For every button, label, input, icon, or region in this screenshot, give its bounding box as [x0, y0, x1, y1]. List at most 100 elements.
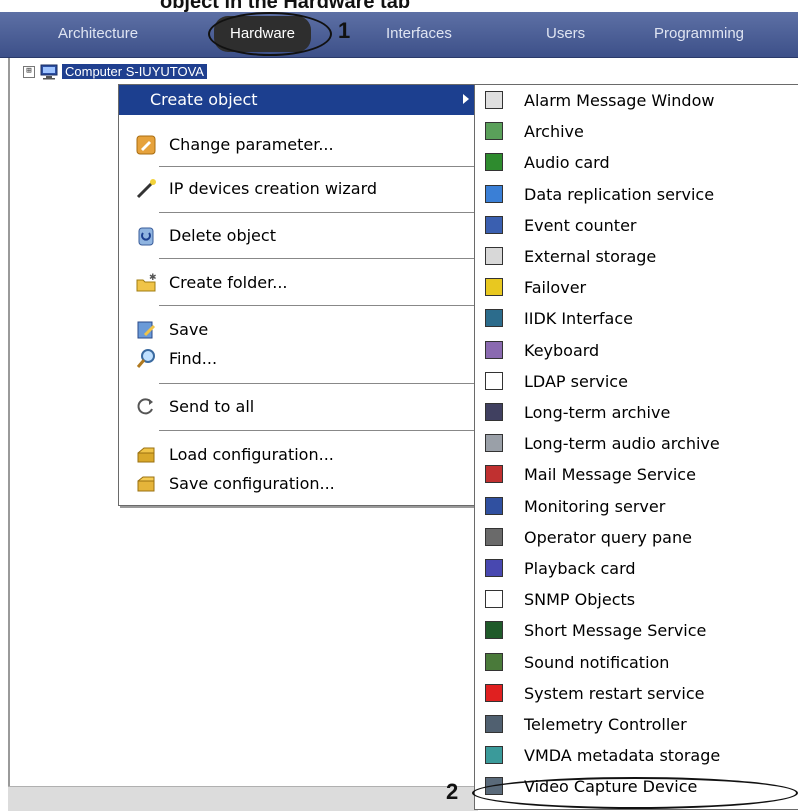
submenu-item-label: Video Capture Device	[524, 777, 698, 797]
wand-icon	[135, 178, 157, 200]
submenu-item-label: IIDK Interface	[524, 309, 633, 329]
vmda-metadata-storage-icon	[485, 746, 503, 765]
ldap-service-icon	[485, 371, 503, 390]
submenu-item-telemetry-controller[interactable]: Telemetry Controller	[475, 709, 797, 740]
menu-separator	[159, 166, 475, 167]
submenu-item-label: VMDA metadata storage	[524, 746, 721, 766]
menu-item-delete-object[interactable]: Delete object	[119, 221, 477, 251]
menu-item-create-folder[interactable]: ✱ Create folder...	[119, 268, 477, 298]
external-storage-icon	[485, 247, 503, 265]
tab-hardware[interactable]: Hardware	[214, 16, 312, 52]
submenu-item-label: Monitoring server	[524, 496, 666, 516]
submenu-item-event-counter[interactable]: Event counter	[475, 210, 797, 241]
submenu-item-label: Failover	[524, 278, 587, 298]
tab-users[interactable]: Users	[546, 12, 585, 57]
tree-expander-icon[interactable]: ⊞	[23, 66, 35, 78]
menu-separator	[159, 258, 475, 259]
load-config-icon	[135, 444, 157, 466]
submenu-item-video-capture-device[interactable]: Video Capture Device	[475, 771, 797, 802]
save-config-icon	[135, 473, 157, 495]
computer-icon	[40, 64, 58, 85]
failover-icon	[485, 278, 503, 297]
submenu-item-data-replication-service[interactable]: Data replication service	[475, 179, 797, 210]
menu-item-load-configuration[interactable]: Load configuration...	[119, 440, 477, 470]
menu-separator	[159, 430, 475, 431]
submenu-item-system-restart-service[interactable]: System restart service	[475, 678, 797, 709]
menu-item-save[interactable]: Save	[119, 315, 477, 345]
submenu-item-label: External storage	[524, 247, 657, 266]
step-marker-1: 1	[338, 18, 351, 43]
submenu-item-label: Data replication service	[524, 184, 715, 204]
step-marker-2: 2	[446, 779, 459, 804]
tree-node-computer[interactable]: Computer S-IUYUTOVA	[62, 64, 207, 79]
menu-item-find[interactable]: Find...	[119, 344, 477, 374]
keyboard-icon	[485, 340, 503, 359]
submenu-item-label: Long-term audio archive	[524, 434, 720, 454]
save-icon	[135, 319, 157, 341]
submenu-item-label: SNMP Objects	[524, 590, 636, 610]
tab-programming[interactable]: Programming	[654, 12, 744, 57]
submenu-item-label: Sound notification	[524, 652, 670, 672]
audio-card-icon	[485, 153, 503, 172]
submenu-item-label: Archive	[524, 122, 584, 142]
submenu-item-label: Alarm Message Window	[524, 91, 715, 110]
submenu-item-iidk-interface[interactable]: IIDK Interface	[475, 303, 797, 334]
menu-item-label: Create object	[150, 90, 258, 109]
submenu-item-external-storage[interactable]: External storage	[475, 241, 797, 272]
tab-bar: Architecture Hardware Interfaces Users P…	[0, 12, 798, 59]
short-message-service-icon	[485, 621, 503, 640]
menu-item-label: Save configuration...	[169, 474, 335, 493]
submenu-item-audio-card[interactable]: Audio card	[475, 147, 797, 178]
menu-item-label: Save	[169, 320, 209, 339]
menu-item-ip-wizard[interactable]: IP devices creation wizard	[119, 174, 477, 204]
event-counter-icon	[485, 215, 503, 234]
submenu-item-alarm-message-window[interactable]: Alarm Message Window	[475, 85, 797, 116]
submenu-item-ldap-service[interactable]: LDAP service	[475, 366, 797, 397]
menu-item-label: IP devices creation wizard	[169, 179, 378, 198]
menu-item-label: Change parameter...	[169, 135, 334, 154]
tab-interfaces[interactable]: Interfaces	[386, 12, 452, 57]
submenu-item-label: Event counter	[524, 215, 637, 235]
submenu-item-keyboard[interactable]: Keyboard	[475, 335, 797, 366]
iidk-interface-icon	[485, 309, 503, 328]
submenu-item-playback-card[interactable]: Playback card	[475, 553, 797, 584]
sound-notification-icon	[485, 652, 503, 671]
submenu-item-monitoring-server[interactable]: Monitoring server	[475, 491, 797, 522]
menu-item-label: Create folder...	[169, 273, 288, 292]
submenu-item-label: Keyboard	[524, 340, 600, 360]
submenu-item-vmda-metadata-storage[interactable]: VMDA metadata storage	[475, 740, 797, 771]
context-menu: Create object Change parameter... IP dev…	[118, 84, 478, 506]
menu-item-label: Load configuration...	[169, 445, 334, 464]
tab-architecture[interactable]: Architecture	[58, 12, 138, 57]
submenu-item-mail-message-service[interactable]: Mail Message Service	[475, 459, 797, 490]
submenu-item-snmp-objects[interactable]: SNMP Objects	[475, 584, 797, 615]
pencil-icon	[135, 134, 157, 156]
menu-item-save-configuration[interactable]: Save configuration...	[119, 469, 477, 499]
folder-icon: ✱	[135, 272, 157, 294]
submenu-item-sound-notification[interactable]: Sound notification	[475, 647, 797, 678]
mail-message-service-icon	[485, 465, 503, 484]
menu-item-send-to-all[interactable]: Send to all	[119, 392, 477, 422]
submenu-item-long-term-archive[interactable]: Long-term archive	[475, 397, 797, 428]
menu-item-change-parameter[interactable]: Change parameter...	[119, 130, 477, 160]
video-capture-device-icon	[485, 777, 503, 796]
submenu-item-short-message-service[interactable]: Short Message Service	[475, 615, 797, 646]
submenu-item-archive[interactable]: Archive	[475, 116, 797, 147]
submenu-item-operator-query-pane[interactable]: Operator query pane	[475, 522, 797, 553]
submenu-item-label: Audio card	[524, 153, 610, 173]
bottom-scroll-bar[interactable]	[8, 786, 478, 811]
delete-icon	[135, 225, 157, 247]
magnifier-icon	[135, 348, 157, 370]
submenu-item-failover[interactable]: Failover	[475, 272, 797, 303]
data-replication-service-icon	[485, 184, 503, 203]
submenu-item-label: Mail Message Service	[524, 465, 696, 485]
menu-item-create-object[interactable]: Create object	[119, 85, 477, 115]
menu-item-label: Find...	[169, 349, 218, 368]
menu-item-label: Delete object	[169, 226, 276, 245]
system-restart-service-icon	[485, 683, 503, 702]
create-object-submenu: Alarm Message Window Archive Audio card Dat…	[474, 84, 798, 810]
menu-item-label: Send to all	[169, 397, 255, 416]
submenu-item-long-term-audio-archive[interactable]: Long-term audio archive	[475, 428, 797, 459]
submenu-item-label: Short Message Service	[524, 621, 707, 641]
monitoring-server-icon	[485, 496, 503, 515]
